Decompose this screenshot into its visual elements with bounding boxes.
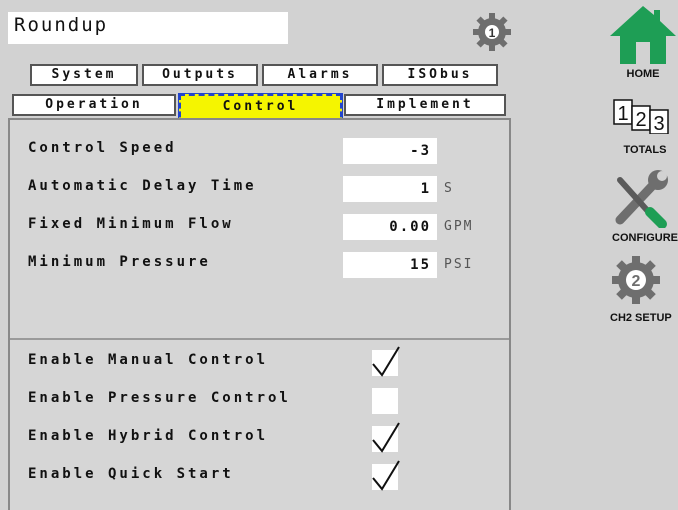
program-name-field[interactable]: Roundup (8, 12, 288, 44)
automatic-delay-time-input[interactable]: 1 (343, 176, 437, 202)
fixed-minimum-flow-unit: GPM (444, 219, 474, 234)
enable-pressure-control-checkbox[interactable] (372, 388, 398, 414)
gear-icon[interactable]: 1 (470, 10, 514, 54)
ch2-setup-label: CH2 SETUP (610, 312, 672, 324)
tab-implement[interactable]: Implement (344, 94, 506, 116)
automatic-delay-time-label: Automatic Delay Time (28, 178, 257, 194)
tab-alarms[interactable]: Alarms (262, 64, 378, 86)
checkmark-icon (372, 346, 400, 377)
control-speed-label: Control Speed (28, 140, 177, 156)
enable-manual-control-label: Enable Manual Control (28, 352, 269, 368)
minimum-pressure-input[interactable]: 15 (343, 252, 437, 278)
minimum-pressure-label: Minimum Pressure (28, 254, 211, 270)
ch2-setup-button[interactable]: 2 CH2 SETUP (608, 252, 678, 324)
fixed-minimum-flow-label: Fixed Minimum Flow (28, 216, 234, 232)
totals-button[interactable]: 1 2 3 TOTALS (612, 94, 678, 156)
section-divider (10, 338, 509, 340)
totals-digit-3: 3 (653, 113, 664, 134)
totals-digit-1: 1 (617, 103, 628, 125)
enable-hybrid-control-checkbox[interactable] (372, 422, 400, 453)
enable-quick-start-checkbox[interactable] (372, 460, 400, 491)
enable-quick-start-label: Enable Quick Start (28, 466, 234, 482)
ch2-number: 2 (632, 273, 641, 290)
control-speed-input[interactable]: -3 (343, 138, 437, 164)
tab-operation[interactable]: Operation (12, 94, 176, 116)
gear-badge-number: 1 (489, 26, 496, 40)
checkmark-icon (372, 422, 400, 453)
enable-manual-control-checkbox[interactable] (372, 346, 400, 377)
home-icon (610, 6, 676, 64)
configure-button[interactable]: CONFIGURE (606, 168, 678, 244)
tab-system[interactable]: System (30, 64, 138, 86)
fixed-minimum-flow-input[interactable]: 0.00 (343, 214, 437, 240)
totals-digit-2: 2 (635, 109, 646, 131)
totals-label: TOTALS (623, 144, 667, 156)
tab-isobus[interactable]: ISObus (382, 64, 498, 86)
home-button[interactable]: HOME (608, 4, 678, 80)
wrench-screwdriver-icon (615, 170, 668, 229)
enable-hybrid-control-label: Enable Hybrid Control (28, 428, 269, 444)
configure-label: CONFIGURE (612, 232, 678, 244)
enable-pressure-control-label: Enable Pressure Control (28, 390, 291, 406)
minimum-pressure-unit: PSI (444, 257, 474, 272)
home-label: HOME (626, 68, 660, 80)
totals-icon: 1 2 3 (613, 99, 669, 135)
gear-icon: 2 (612, 256, 660, 304)
checkmark-icon (372, 460, 400, 491)
tab-outputs[interactable]: Outputs (142, 64, 258, 86)
control-settings-panel: Control Speed -3 Automatic Delay Time 1 … (8, 118, 511, 510)
automatic-delay-time-unit: S (444, 181, 454, 196)
